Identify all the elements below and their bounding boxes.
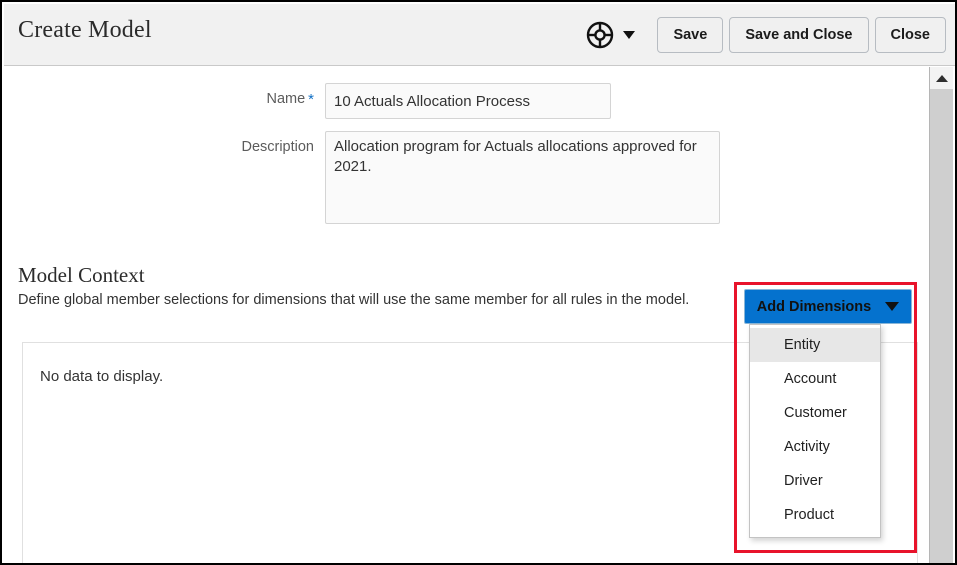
- caret-down-icon: [885, 302, 900, 311]
- description-label: Description: [241, 139, 314, 155]
- header-actions: Save Save and Close Close: [586, 17, 946, 53]
- name-input[interactable]: [325, 83, 611, 119]
- scroll-up-button[interactable]: [930, 67, 953, 89]
- page-title: Create Model: [18, 17, 152, 43]
- name-field-row: Name *: [226, 83, 611, 119]
- close-button[interactable]: Close: [874, 17, 946, 53]
- add-dimensions-widget: Add Dimensions Entity Account Customer A…: [744, 289, 912, 538]
- model-context-description: Define global member selections for dime…: [18, 292, 690, 308]
- name-label-text: Name: [266, 91, 306, 107]
- add-dimensions-menu: Entity Account Customer Activity Driver …: [749, 324, 881, 538]
- name-label: Name *: [226, 83, 314, 107]
- menu-item-product[interactable]: Product: [750, 498, 880, 532]
- description-field-row: Description: [226, 131, 720, 224]
- actions-menu[interactable]: [586, 21, 636, 49]
- required-asterisk: *: [308, 91, 314, 108]
- add-dimensions-label: Add Dimensions: [756, 298, 872, 315]
- menu-item-entity[interactable]: Entity: [750, 328, 880, 362]
- window-header: Create Model Save Save and Close Close: [4, 4, 955, 66]
- description-input[interactable]: [325, 131, 720, 224]
- menu-item-activity[interactable]: Activity: [750, 430, 880, 464]
- chevron-up-icon: [935, 74, 948, 82]
- empty-state-message: No data to display.: [40, 368, 164, 385]
- model-context-heading: Model Context: [18, 263, 145, 287]
- vertical-scrollbar[interactable]: [929, 67, 953, 563]
- add-dimensions-button[interactable]: Add Dimensions: [744, 289, 912, 324]
- chevron-down-icon[interactable]: [623, 31, 636, 39]
- menu-item-customer[interactable]: Customer: [750, 396, 880, 430]
- menu-item-account[interactable]: Account: [750, 362, 880, 396]
- save-button[interactable]: Save: [657, 17, 724, 53]
- menu-item-driver[interactable]: Driver: [750, 464, 880, 498]
- form-content-area: Name* Description Model Context Define g…: [4, 67, 933, 563]
- lifesaver-wheel-icon: [587, 21, 614, 49]
- create-model-window: Create Model Save Save and Close Close N…: [0, 0, 957, 565]
- save-and-close-button[interactable]: Save and Close: [729, 17, 869, 53]
